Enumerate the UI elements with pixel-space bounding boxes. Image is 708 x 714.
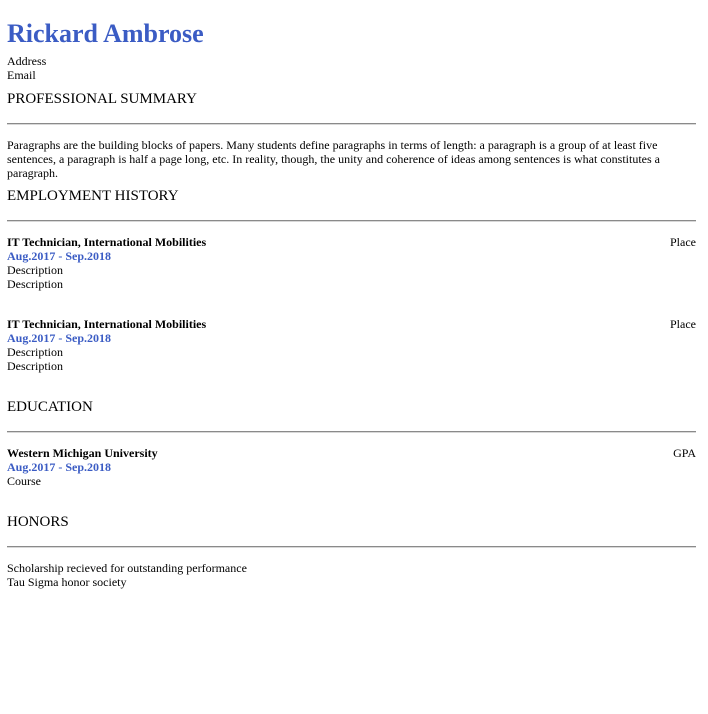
contact-block: Address Email [7, 54, 696, 82]
summary-section: PROFESSIONAL SUMMARY Paragraphs are the … [7, 91, 696, 180]
school-name: Western Michigan University [7, 446, 158, 460]
entry-header: IT Technician, International Mobilities … [7, 235, 696, 249]
education-section: EDUCATION Western Michigan University GP… [7, 399, 696, 488]
honor-item: Tau Sigma honor society [7, 575, 127, 589]
job-description: Description [7, 345, 63, 359]
candidate-name: Rickard Ambrose [7, 19, 204, 48]
job-title: IT Technician, International Mobilities [7, 235, 207, 249]
job-dates: Aug.2017 - Sep.2018 [7, 331, 112, 345]
job-place: Place [670, 235, 696, 249]
employment-entry: IT Technician, International Mobilities … [7, 317, 696, 373]
employment-divider [7, 220, 696, 222]
school-gpa: GPA [673, 446, 696, 460]
summary-heading: PROFESSIONAL SUMMARY [7, 91, 197, 107]
honors-section: HONORS Scholarship recieved for outstand… [7, 514, 696, 589]
job-description: Description [7, 277, 63, 291]
honors-divider [7, 546, 696, 548]
job-dates: Aug.2017 - Sep.2018 [7, 249, 112, 263]
employment-heading: EMPLOYMENT HISTORY [7, 188, 179, 204]
employment-section: EMPLOYMENT HISTORY IT Technician, Intern… [7, 188, 696, 373]
entry-header: IT Technician, International Mobilities … [7, 317, 696, 331]
education-divider [7, 431, 696, 433]
employment-entry: IT Technician, International Mobilities … [7, 235, 696, 291]
education-dates: Aug.2017 - Sep.2018 [7, 460, 112, 474]
email-text: Email [7, 68, 36, 82]
job-description: Description [7, 359, 63, 373]
summary-paragraph: Paragraphs are the building blocks of pa… [7, 138, 660, 180]
entry-header: Western Michigan University GPA [7, 446, 696, 460]
address-text: Address [7, 54, 47, 68]
resume-page: Rickard Ambrose Address Email PROFESSION… [0, 0, 708, 589]
education-course: Course [7, 474, 41, 488]
honors-heading: HONORS [7, 514, 69, 530]
education-entry: Western Michigan University GPA Aug.2017… [7, 446, 696, 488]
honors-list: Scholarship recieved for outstanding per… [7, 561, 696, 589]
summary-divider [7, 123, 696, 125]
job-title: IT Technician, International Mobilities [7, 317, 207, 331]
education-heading: EDUCATION [7, 399, 93, 415]
honor-item: Scholarship recieved for outstanding per… [7, 561, 247, 575]
job-place: Place [670, 317, 696, 331]
job-description: Description [7, 263, 63, 277]
